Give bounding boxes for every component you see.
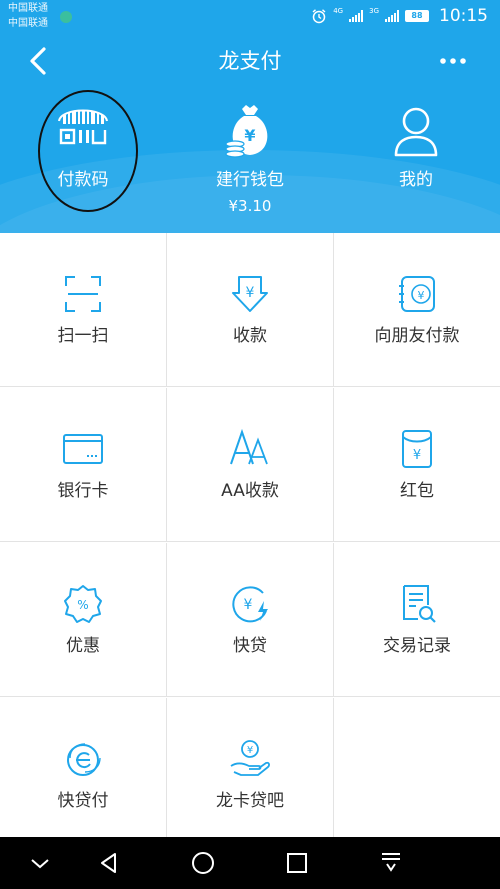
- annotation-circle: [38, 90, 138, 212]
- grid-item-label: 快贷付: [57, 791, 109, 811]
- feature-label: 建行钱包: [216, 170, 284, 190]
- nav-bar: 龙支付: [0, 34, 500, 88]
- transfer-friend-icon: ¥: [399, 276, 435, 312]
- status-bar: 中国联通 中国联通 4G 3G 88 10:15: [0, 0, 500, 34]
- grid-item-quick-loan-pay[interactable]: 快贷付: [0, 698, 167, 852]
- scan-icon: [65, 276, 101, 312]
- wallet-button[interactable]: ¥ 建行钱包 ¥3.10: [167, 103, 333, 215]
- grid-item-red-packet[interactable]: ¥ 红包: [334, 388, 500, 542]
- carrier-label-2: 中国联通: [8, 18, 48, 29]
- grid-item-label: 交易记录: [383, 636, 451, 656]
- dragon-card-loan-icon: ¥: [230, 740, 270, 776]
- grid-item-aa-collect[interactable]: AA收款: [167, 388, 334, 542]
- service-grid: 扫一扫 ¥ 收款 ¥ 向朋友付款 银行卡 AA收款 ¥ 红包 % 优惠 ¥ 快贷…: [0, 233, 500, 852]
- receive-money-icon: ¥: [232, 276, 268, 312]
- grid-item-empty: [334, 698, 500, 852]
- wallet-balance: ¥3.10: [228, 197, 272, 215]
- grid-item-label: 向朋友付款: [374, 326, 460, 346]
- grid-item-label: 扫一扫: [57, 326, 109, 346]
- grid-item-label: 红包: [400, 481, 434, 501]
- notification-dot-icon: [60, 11, 72, 23]
- grid-item-label: 收款: [233, 326, 267, 346]
- grid-item-quick-loan[interactable]: ¥ 快贷: [167, 543, 334, 697]
- alarm-icon: [312, 9, 326, 24]
- grid-item-label: 银行卡: [57, 481, 109, 501]
- signal-icon: [349, 10, 364, 22]
- signal-icon: [385, 10, 399, 22]
- page-title: 龙支付: [218, 49, 282, 73]
- clock-time: 10:15: [439, 6, 488, 26]
- recent-apps-square-icon[interactable]: [284, 850, 310, 876]
- svg-text:¥: ¥: [413, 448, 421, 463]
- header-area: 中国联通 中国联通 4G 3G 88 10:15 龙支付 付款码 ¥ 建行钱包 …: [0, 0, 500, 233]
- bank-card-icon: [63, 434, 103, 464]
- svg-text:¥: ¥: [244, 597, 253, 613]
- grid-item-label: 优惠: [66, 636, 100, 656]
- grid-item-label: 快贷: [233, 636, 267, 656]
- svg-text:¥: ¥: [246, 285, 255, 301]
- status-indicators: 4G 3G 88 10:15: [311, 6, 488, 26]
- svg-text:¥: ¥: [244, 126, 255, 145]
- notification-pull-icon[interactable]: [378, 850, 404, 876]
- quick-loan-icon: ¥: [232, 586, 268, 623]
- discount-icon: %: [64, 585, 102, 623]
- home-circle-icon[interactable]: [190, 850, 216, 876]
- my-account-button[interactable]: 我的: [333, 103, 499, 191]
- network-type-1: 4G: [333, 7, 344, 15]
- grid-item-pay-friend[interactable]: ¥ 向朋友付款: [334, 233, 500, 387]
- svg-text:¥: ¥: [247, 745, 253, 756]
- user-icon: [394, 107, 438, 157]
- network-type-2: 3G: [369, 7, 379, 15]
- svg-text:%: %: [77, 598, 88, 612]
- more-dots-icon[interactable]: [436, 44, 470, 78]
- grid-item-scan[interactable]: 扫一扫: [0, 233, 167, 387]
- red-packet-icon: ¥: [402, 430, 432, 468]
- system-nav-bar: [0, 837, 500, 889]
- quick-loan-pay-icon: [67, 743, 101, 776]
- grid-item-bank-card[interactable]: 银行卡: [0, 388, 167, 542]
- grid-item-transactions[interactable]: 交易记录: [334, 543, 500, 697]
- wallet-money-bag-icon: ¥: [225, 105, 268, 158]
- grid-item-dragon-card-loan[interactable]: ¥ 龙卡贷吧: [167, 698, 334, 852]
- battery-indicator: 88: [405, 10, 429, 22]
- transaction-record-icon: [403, 585, 436, 623]
- carrier-label-1: 中国联通: [8, 3, 48, 14]
- grid-item-receive[interactable]: ¥ 收款: [167, 233, 334, 387]
- svg-text:¥: ¥: [418, 289, 425, 302]
- grid-item-label: AA收款: [221, 481, 279, 501]
- feature-label: 我的: [399, 170, 433, 190]
- grid-item-label: 龙卡贷吧: [216, 791, 284, 811]
- back-triangle-icon[interactable]: [96, 850, 122, 876]
- grid-item-discount[interactable]: % 优惠: [0, 543, 167, 697]
- aa-collect-icon: [230, 428, 268, 465]
- chevron-down-icon[interactable]: [27, 850, 53, 876]
